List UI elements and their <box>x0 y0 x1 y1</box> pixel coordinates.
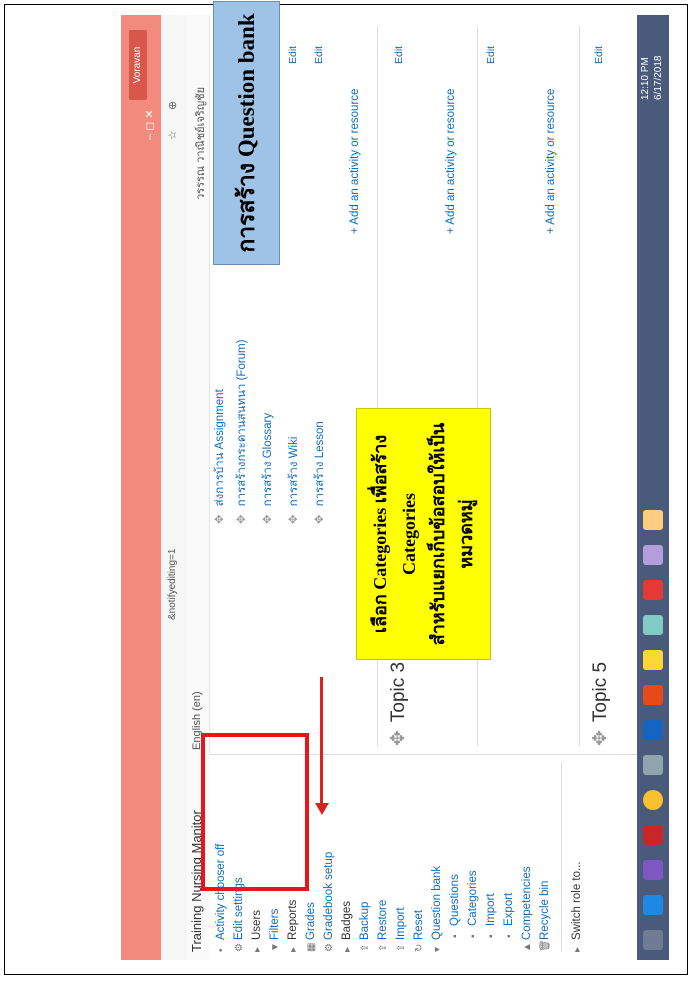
page-title-banner: การสร้าง Question bank <box>213 1 280 265</box>
snipping-icon[interactable] <box>643 545 663 565</box>
caret-right-icon: ▸ <box>288 946 299 952</box>
sidebar-item-badges[interactable]: ▸Badges <box>341 901 353 952</box>
section-divider <box>579 26 580 746</box>
star-icon[interactable]: ☆ <box>166 130 179 140</box>
add-activity-link-3[interactable]: + Add an activity or resource <box>545 89 557 234</box>
user-menu[interactable]: วรรรณ วาณิชย์เจริญชัย <box>191 87 209 200</box>
add-activity-link-2[interactable]: + Add an activity or resource <box>445 89 457 234</box>
user-profile-tab[interactable]: Voravan <box>129 30 147 100</box>
caret-right-icon: ▸ <box>252 946 263 952</box>
language-icon[interactable] <box>643 755 663 775</box>
powerpoint-icon[interactable] <box>643 685 663 705</box>
highlight-box-question-bank <box>201 733 309 891</box>
sidebar-item-grades[interactable]: ▦Grades <box>305 902 317 952</box>
document-frame: Voravan – ◻ ✕ &notifyediting=1 ☆ ⊕ Train… <box>4 1 688 975</box>
sidebar-item-filters[interactable]: ▼Filters <box>269 909 281 952</box>
sidebar-item-qb-export[interactable]: ▪Export <box>503 893 515 938</box>
start-icon[interactable] <box>643 930 663 950</box>
activity-wiki[interactable]: ✥การสร้าง Wiki <box>285 437 303 524</box>
move-icon[interactable]: ✥ <box>314 514 326 524</box>
chrome-icon[interactable] <box>643 790 663 810</box>
move-icon[interactable]: ✥ <box>590 730 611 746</box>
callout-line-1: เลือก Categories เพื่อสร้าง Categories <box>369 434 419 634</box>
clock-time[interactable]: 12:10 PM <box>640 57 651 100</box>
caret-right-icon: ▸ <box>572 946 583 952</box>
sidebar-item-reports[interactable]: ▸Reports <box>287 900 299 952</box>
edit-menu-topic-5[interactable]: Edit <box>593 46 605 64</box>
upload-icon: ⇪ <box>360 943 371 952</box>
bullet-icon: ▪ <box>486 934 497 938</box>
sidebar-item-restore[interactable]: ⇪Restore <box>377 900 389 952</box>
rotated-screenshot: Voravan – ◻ ✕ &notifyediting=1 ☆ ⊕ Train… <box>121 1 694 960</box>
address-bar[interactable]: &notifyediting=1 ☆ ⊕ <box>161 15 188 960</box>
edit-menu-topic-3[interactable]: Edit <box>393 46 405 64</box>
url-text[interactable]: &notifyediting=1 <box>167 549 178 620</box>
activity-lesson[interactable]: ✥การสร้าง Lesson <box>311 421 329 524</box>
move-icon[interactable]: ✥ <box>236 514 248 524</box>
sidebar-item-backup[interactable]: ⇪Backup <box>359 902 371 952</box>
sidebar-item-questions[interactable]: ▪Questions <box>449 874 461 938</box>
bullet-icon: ▪ <box>468 934 479 938</box>
paint-icon[interactable] <box>643 650 663 670</box>
sidebar-item-qb-import[interactable]: ▪Import <box>485 893 497 938</box>
sidebar-item-recycle-bin[interactable]: 🗑Recycle bin <box>539 881 551 952</box>
arrow-head-icon <box>315 803 329 815</box>
word-icon[interactable] <box>643 720 663 740</box>
move-icon[interactable]: ✥ <box>388 730 409 746</box>
activity-forum[interactable]: ✥การสร้างกระดานสนทนา (Forum) <box>233 340 251 524</box>
window-controls[interactable]: – ◻ ✕ <box>143 109 156 140</box>
topic-5-title: ✥Topic 5 <box>590 661 611 746</box>
ie-icon[interactable] <box>643 895 663 915</box>
windows-taskbar: 12:10 PM 6/17/2018 <box>637 15 669 960</box>
gear-icon: ⚙ <box>234 943 245 952</box>
add-activity-link[interactable]: + Add an activity or resource <box>349 89 361 234</box>
app2-icon[interactable] <box>643 615 663 635</box>
sidebar-item-question-bank[interactable]: ▾Question bank <box>431 866 443 952</box>
sidebar-item-reset[interactable]: ↻Reset <box>413 910 425 952</box>
edit-menu-topic-4[interactable]: Edit <box>485 46 497 64</box>
filter-icon: ▼ <box>270 942 281 952</box>
browser-title-bar: Voravan – ◻ ✕ <box>121 15 161 960</box>
sidebar-item-users[interactable]: ▸Users <box>251 910 263 952</box>
sidebar-item-gradebook-setup[interactable]: ⚙Gradebook setup <box>323 852 335 952</box>
table-icon: ▦ <box>306 942 317 952</box>
pointer-arrow-line <box>320 677 323 807</box>
edit-menu-lesson[interactable]: Edit <box>313 46 325 64</box>
move-icon[interactable]: ✥ <box>262 514 274 524</box>
topic-3-title: ✥Topic 3 <box>388 661 409 746</box>
onenote-icon[interactable] <box>643 860 663 880</box>
clock-date[interactable]: 6/17/2018 <box>653 56 664 101</box>
activity-glossary[interactable]: ✥การสร้าง Glossary <box>259 413 277 524</box>
instruction-callout: เลือก Categories เพื่อสร้าง Categories ส… <box>356 408 491 660</box>
refresh-icon: ↻ <box>414 943 425 952</box>
bullet-icon: ▪ <box>450 934 461 938</box>
upload-icon: ⇪ <box>396 943 407 952</box>
bullet-icon: • <box>216 948 227 952</box>
upload-icon: ⇪ <box>378 943 389 952</box>
sidebar-item-competencies[interactable]: ▲Competencies <box>521 866 533 952</box>
edit-menu-wiki[interactable]: Edit <box>287 46 299 64</box>
activity-assignment[interactable]: ✥ส่งการบ้าน Assignment <box>211 389 229 524</box>
app-icon[interactable] <box>643 825 663 845</box>
gear-icon: ⚙ <box>324 943 335 952</box>
caret-right-icon: ▸ <box>342 946 353 952</box>
move-icon[interactable]: ✥ <box>214 514 226 524</box>
bullet-icon: ▪ <box>504 934 515 938</box>
sidebar-item-import[interactable]: ⇪Import <box>395 907 407 952</box>
sidebar-item-switch-role[interactable]: ▸Switch role to... <box>571 861 583 952</box>
move-icon[interactable]: ✥ <box>288 514 300 524</box>
sidebar-item-categories[interactable]: ▪Categories <box>467 870 479 938</box>
acrobat-icon[interactable] <box>643 580 663 600</box>
trash-icon: 🗑 <box>540 939 551 952</box>
sidebar-divider <box>561 762 562 952</box>
folder-icon[interactable] <box>643 510 663 530</box>
caret-down-icon: ▾ <box>432 946 443 952</box>
callout-line-2: สำหรับแยกเก็บข้อสอบให้เป็นหมวดหมู่ <box>427 422 477 646</box>
zoom-icon[interactable]: ⊕ <box>166 101 179 110</box>
competency-icon: ▲ <box>522 942 533 952</box>
